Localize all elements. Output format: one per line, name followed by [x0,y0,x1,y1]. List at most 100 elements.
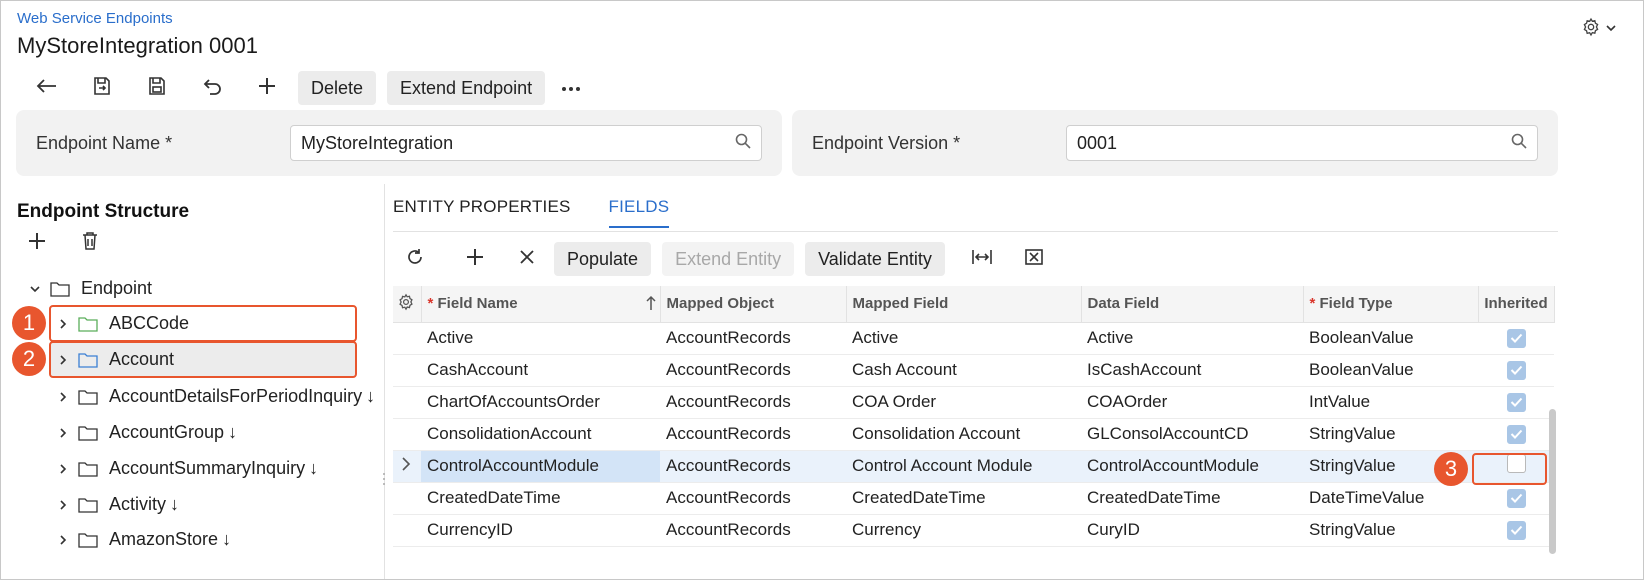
row-indicator[interactable] [393,354,421,387]
tree-item[interactable]: Activity ↓ [51,486,179,523]
table-row[interactable]: ChartOfAccountsOrder AccountRecords COA Or… [393,386,1554,419]
cell-mapped-object[interactable]: AccountRecords [660,482,846,515]
cell-mapped-object[interactable]: AccountRecords [660,418,846,451]
grid-scrollbar[interactable] [1549,409,1556,554]
cell-mapped-field[interactable]: Active [846,322,1081,355]
cell-field-name[interactable]: CreatedDateTime [421,482,660,515]
settings-menu-button[interactable] [1581,17,1617,42]
cell-data-field[interactable]: COAOrder [1081,386,1303,419]
tree-root-endpoint[interactable]: Endpoint [23,270,152,307]
cell-field-type[interactable]: DateTimeValue [1303,482,1478,515]
cell-field-type[interactable]: BooleanValue [1303,322,1478,355]
column-header-mapped-object[interactable]: Mapped Object [660,286,847,323]
cell-mapped-object[interactable]: AccountRecords [660,450,846,483]
tree-item[interactable]: Account [49,341,357,378]
chevron-right-icon[interactable] [51,318,75,330]
column-settings-button[interactable] [393,286,422,323]
tree-item[interactable]: AmazonStore ↓ [51,521,231,558]
chevron-right-icon[interactable] [51,534,75,546]
cell-mapped-object[interactable]: AccountRecords [660,386,846,419]
splitter-handle[interactable] [381,471,387,487]
cell-inherited[interactable] [1478,482,1554,515]
breadcrumb[interactable]: Web Service Endpoints [17,10,173,27]
inherited-checkbox[interactable] [1506,360,1526,380]
cell-data-field[interactable]: ControlAccountModule [1081,450,1303,483]
add-row-button[interactable] [449,241,501,277]
column-header-inherited[interactable]: Inherited [1478,286,1555,323]
cell-mapped-field[interactable]: Consolidation Account [846,418,1081,451]
endpoint-version-field[interactable]: 0001 [1066,125,1538,161]
save-button[interactable] [129,70,184,106]
table-row[interactable]: CurrencyID AccountRecords Currency CuryID St… [393,514,1554,547]
cell-field-name[interactable]: ControlAccountModule [421,450,660,483]
table-row[interactable]: CreatedDateTime AccountRecords CreatedDate… [393,482,1554,515]
add-button[interactable] [239,70,294,106]
row-indicator[interactable] [393,386,421,419]
cell-data-field[interactable]: CuryID [1081,514,1303,547]
column-header-field-name[interactable]: * Field Name [421,286,661,323]
cell-mapped-field[interactable]: COA Order [846,386,1081,419]
cell-field-type[interactable]: StringValue [1303,514,1478,547]
tab-entity-properties[interactable]: ENTITY PROPERTIES [393,197,571,228]
column-header-field-type[interactable]: * Field Type [1303,286,1479,323]
column-header-data-field[interactable]: Data Field [1081,286,1304,323]
inherited-checkbox[interactable] [1506,488,1526,508]
table-row[interactable]: ControlAccountModule AccountRecords Contro… [393,450,1554,483]
cell-data-field[interactable]: IsCashAccount [1081,354,1303,387]
chevron-right-icon[interactable] [51,391,75,403]
fit-columns-button[interactable] [956,241,1008,277]
cell-data-field[interactable]: GLConsolAccountCD [1081,418,1303,451]
row-indicator[interactable] [393,322,421,355]
cell-data-field[interactable]: Active [1081,322,1303,355]
cell-data-field[interactable]: CreatedDateTime [1081,482,1303,515]
endpoint-name-field[interactable]: MyStoreIntegration [290,125,762,161]
cell-mapped-object[interactable]: AccountRecords [660,322,846,355]
cell-inherited[interactable] [1478,386,1554,419]
back-button[interactable] [19,70,74,106]
column-header-mapped-field[interactable]: Mapped Field [846,286,1082,323]
cell-field-type[interactable]: BooleanValue [1303,354,1478,387]
cell-mapped-object[interactable]: AccountRecords [660,354,846,387]
cell-inherited[interactable] [1478,514,1554,547]
row-indicator[interactable] [393,450,421,483]
search-icon[interactable] [1511,133,1527,154]
extend-endpoint-button[interactable]: Extend Endpoint [387,71,546,105]
row-indicator[interactable] [393,482,421,515]
cell-field-name[interactable]: CashAccount [421,354,660,387]
chevron-right-icon[interactable] [51,463,75,475]
populate-button[interactable]: Populate [554,242,652,276]
inherited-checkbox[interactable] [1506,424,1526,444]
cell-field-name[interactable]: ChartOfAccountsOrder [421,386,660,419]
inherited-checkbox[interactable] [1506,392,1526,412]
cell-field-type[interactable]: StringValue [1303,418,1478,451]
save-and-close-button[interactable] [74,70,129,106]
tree-item[interactable]: AccountSummaryInquiry ↓ [51,450,318,487]
table-row[interactable]: Active AccountRecords Active Active BooleanV… [393,322,1554,355]
cell-inherited[interactable] [1478,354,1554,387]
panel-splitter[interactable] [384,184,385,579]
cell-field-type[interactable]: IntValue [1303,386,1478,419]
table-row[interactable]: CashAccount AccountRecords Cash Account IsC… [393,354,1554,387]
tab-fields[interactable]: FIELDS [608,197,670,228]
cell-field-name[interactable]: ConsolidationAccount [421,418,660,451]
tree-item[interactable]: AccountGroup ↓ [51,414,237,451]
row-indicator[interactable] [393,418,421,451]
cell-mapped-field[interactable]: Control Account Module [846,450,1081,483]
cell-mapped-object[interactable]: AccountRecords [660,514,846,547]
chevron-right-icon[interactable] [51,354,75,366]
cell-field-name[interactable]: Active [421,322,660,355]
table-row[interactable]: ConsolidationAccount AccountRecords Consol… [393,418,1554,451]
inherited-checkbox[interactable] [1506,520,1526,540]
cell-mapped-field[interactable]: CreatedDateTime [846,482,1081,515]
cell-inherited[interactable] [1478,322,1554,355]
chevron-right-icon[interactable] [51,427,75,439]
tree-add-button[interactable] [27,231,47,256]
cell-mapped-field[interactable]: Currency [846,514,1081,547]
search-icon[interactable] [735,133,751,154]
inherited-checkbox[interactable] [1506,328,1526,348]
delete-button[interactable]: Delete [298,71,377,105]
undo-button[interactable] [184,70,239,106]
export-excel-button[interactable] [1008,241,1060,277]
cell-mapped-field[interactable]: Cash Account [846,354,1081,387]
tree-item[interactable]: ABCCode [49,305,357,342]
